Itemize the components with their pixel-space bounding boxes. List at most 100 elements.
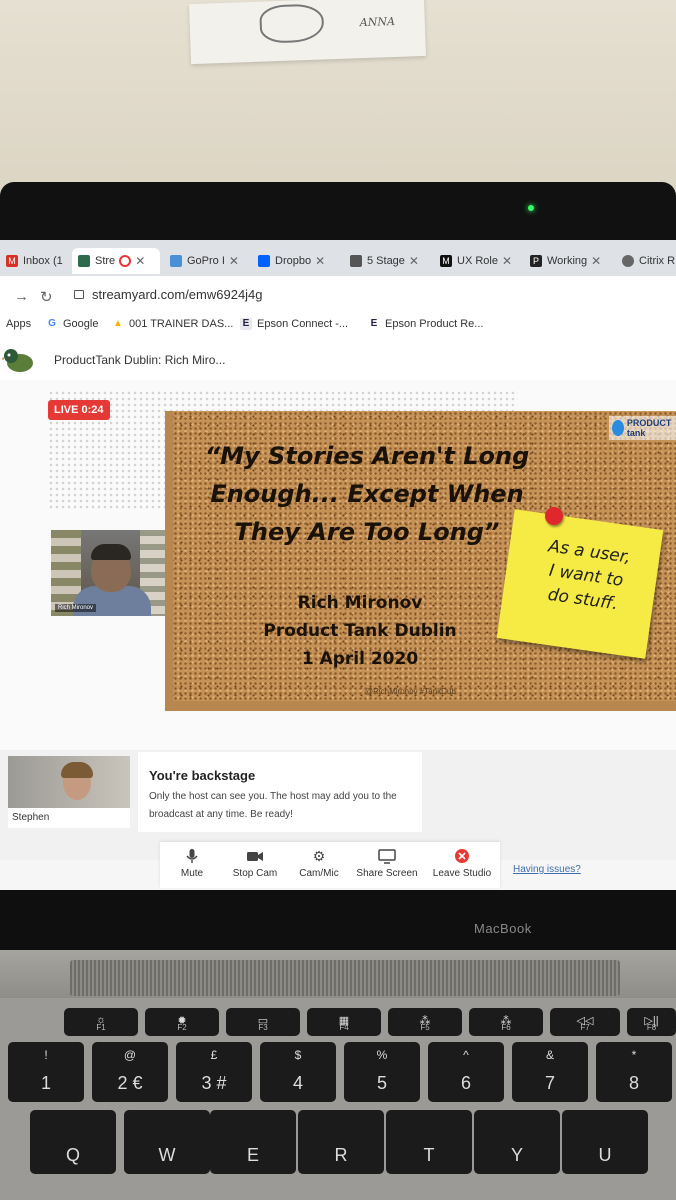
tree-icon [350,255,362,267]
key-f2[interactable]: ✹ F2 [145,1008,219,1036]
slide-title-line: They Are Too Long” [234,518,500,546]
producttank-logo-text: PRODUCT tank [626,418,672,438]
key-f5[interactable]: ⁂ F5 [388,1008,462,1036]
key-8[interactable]: * 8 [596,1042,672,1102]
self-hair [61,762,93,778]
tab-label: Working [547,255,588,267]
close-icon[interactable]: ✕ [591,254,601,268]
key-label: U [598,1145,612,1165]
producttank-logo-icon [612,420,624,436]
key-7[interactable]: & 7 [512,1042,588,1102]
key-e[interactable]: E [210,1110,296,1174]
producttank-logo: PRODUCT tank [609,416,676,440]
tab-label: Citrix R [639,255,676,267]
bookmark-epson-connect[interactable]: E Epson Connect -... [240,318,348,330]
key-6[interactable]: ^ 6 [428,1042,504,1102]
bookmark-epson-product[interactable]: E Epson Product Re... [368,318,484,330]
key-f7[interactable]: ◁◁ F7 [550,1008,620,1036]
key-5[interactable]: % 5 [344,1042,420,1102]
key-y[interactable]: Y [474,1110,560,1174]
slide-credit: @RichMironov #TankDub [365,687,456,696]
tab-gopro[interactable]: GoPro I ✕ [164,248,246,274]
key-shift-label: ! [44,1048,48,1062]
broadcast-title: ProductTank Dublin: Rich Miro... [54,353,226,367]
tab-label: Stre [95,255,116,267]
control-label: Mute [180,868,204,879]
having-issues-link[interactable]: Having issues? [513,864,581,875]
key-t[interactable]: T [386,1110,472,1174]
monitor-icon [378,849,396,864]
key-r[interactable]: R [298,1110,384,1174]
control-label: Leave Studio [432,868,492,879]
speaker-name-tag: Rich Mironov [55,604,97,612]
bookmark-google[interactable]: G Google [46,318,98,330]
key-w[interactable]: W [124,1110,210,1174]
key-1[interactable]: ! 1 [8,1042,84,1102]
postit-text: As a user, I want to do stuff. [522,532,651,620]
stop-cam-button[interactable]: Stop Cam [228,848,282,879]
key-f6[interactable]: ⁂ F6 [469,1008,543,1036]
mute-button[interactable]: Mute [172,848,212,879]
url-field[interactable]: streamyard.com/emw6924j4g [92,287,263,302]
key-label: 8 [628,1073,639,1093]
key-u[interactable]: U [562,1110,648,1174]
tab-inbox[interactable]: M Inbox (1 ✕ [0,248,68,274]
key-label: F8 [646,1023,657,1032]
backstage-message: You're backstage Only the host can see y… [138,752,422,832]
key-label: F1 [96,1023,106,1032]
tab-citrix[interactable]: Citrix R [616,248,676,274]
shared-slide: PRODUCT tank “My Stories Aren't Long Eno… [165,411,676,711]
dropbox-icon [258,255,270,267]
close-icon[interactable]: ✕ [67,254,68,268]
cam-mic-settings-button[interactable]: ⚙ Cam/Mic [294,848,344,879]
key-f8[interactable]: ▷|| F8 [627,1008,676,1036]
key-shift-label: * [631,1048,637,1062]
key-3[interactable]: £3 # [176,1042,252,1102]
bookmark-trainer[interactable]: ▲ 001 TRAINER DAS... [112,318,233,330]
self-camera-feed[interactable] [8,756,130,808]
keyboard: ☼ F1 ✹ F2 ▭ F3 ▦ F4 ⁂ F5 ⁂ F6 ◁◁ F7 ▷|| F8 ! 1 @2… [0,998,676,1200]
tab-working[interactable]: P Working ✕ [524,248,610,274]
forward-icon[interactable]: → [14,288,29,305]
key-label: 2 € [117,1073,143,1093]
reload-icon[interactable]: ↻ [40,288,53,306]
streamyard-icon [78,255,90,267]
pushpin-icon [545,507,563,525]
close-icon[interactable]: ✕ [135,254,145,268]
tab-ux-role[interactable]: M UX Role ✕ [434,248,520,274]
epson-icon: E [370,318,378,329]
key-label: W [158,1145,176,1165]
key-4[interactable]: $4 [260,1042,336,1102]
speaker-grille [70,960,620,996]
close-icon[interactable]: ✕ [229,254,239,268]
streamyard-logo [2,349,33,372]
key-f3[interactable]: ▭ F3 [226,1008,300,1036]
share-screen-button[interactable]: Share Screen [354,848,420,879]
speaker-camera-feed[interactable]: Rich Mironov [51,530,168,616]
speaker-hair [91,544,131,560]
microphone-icon [186,849,198,863]
p-icon: P [530,255,542,267]
tab-streamyard[interactable]: Stre ✕ [72,248,160,274]
key-2[interactable]: @2 € [92,1042,168,1102]
close-icon[interactable]: ✕ [409,254,419,268]
key-q[interactable]: Q [30,1110,116,1174]
broadcast-stage: LIVE 0:24 Rich Mironov PRODUCT tank “My … [0,380,676,750]
lock-icon [74,290,84,299]
browser-tab-strip: M Inbox (1 ✕ Stre ✕ GoPro I ✕ Dropbo ✕ 5… [0,240,676,276]
key-f4[interactable]: ▦ F4 [307,1008,381,1036]
key-shift-label: @ [123,1048,137,1062]
laptop-hinge [0,950,676,1000]
key-f1[interactable]: ☼ F1 [64,1008,138,1036]
key-shift-label: £ [210,1048,218,1062]
close-icon[interactable]: ✕ [502,254,512,268]
bookmark-apps[interactable]: Apps [6,318,31,330]
tab-dropbox[interactable]: Dropbo ✕ [252,248,338,274]
close-icon[interactable]: ✕ [315,254,325,268]
drawing-signature: ANNA [359,14,396,30]
gopro-icon [170,255,182,267]
streamyard-header: ProductTank Dublin: Rich Miro... [0,340,676,381]
key-label: F2 [177,1023,187,1032]
tab-5-stage[interactable]: 5 Stage ✕ [344,248,428,274]
leave-studio-button[interactable]: Leave Studio [430,848,494,879]
